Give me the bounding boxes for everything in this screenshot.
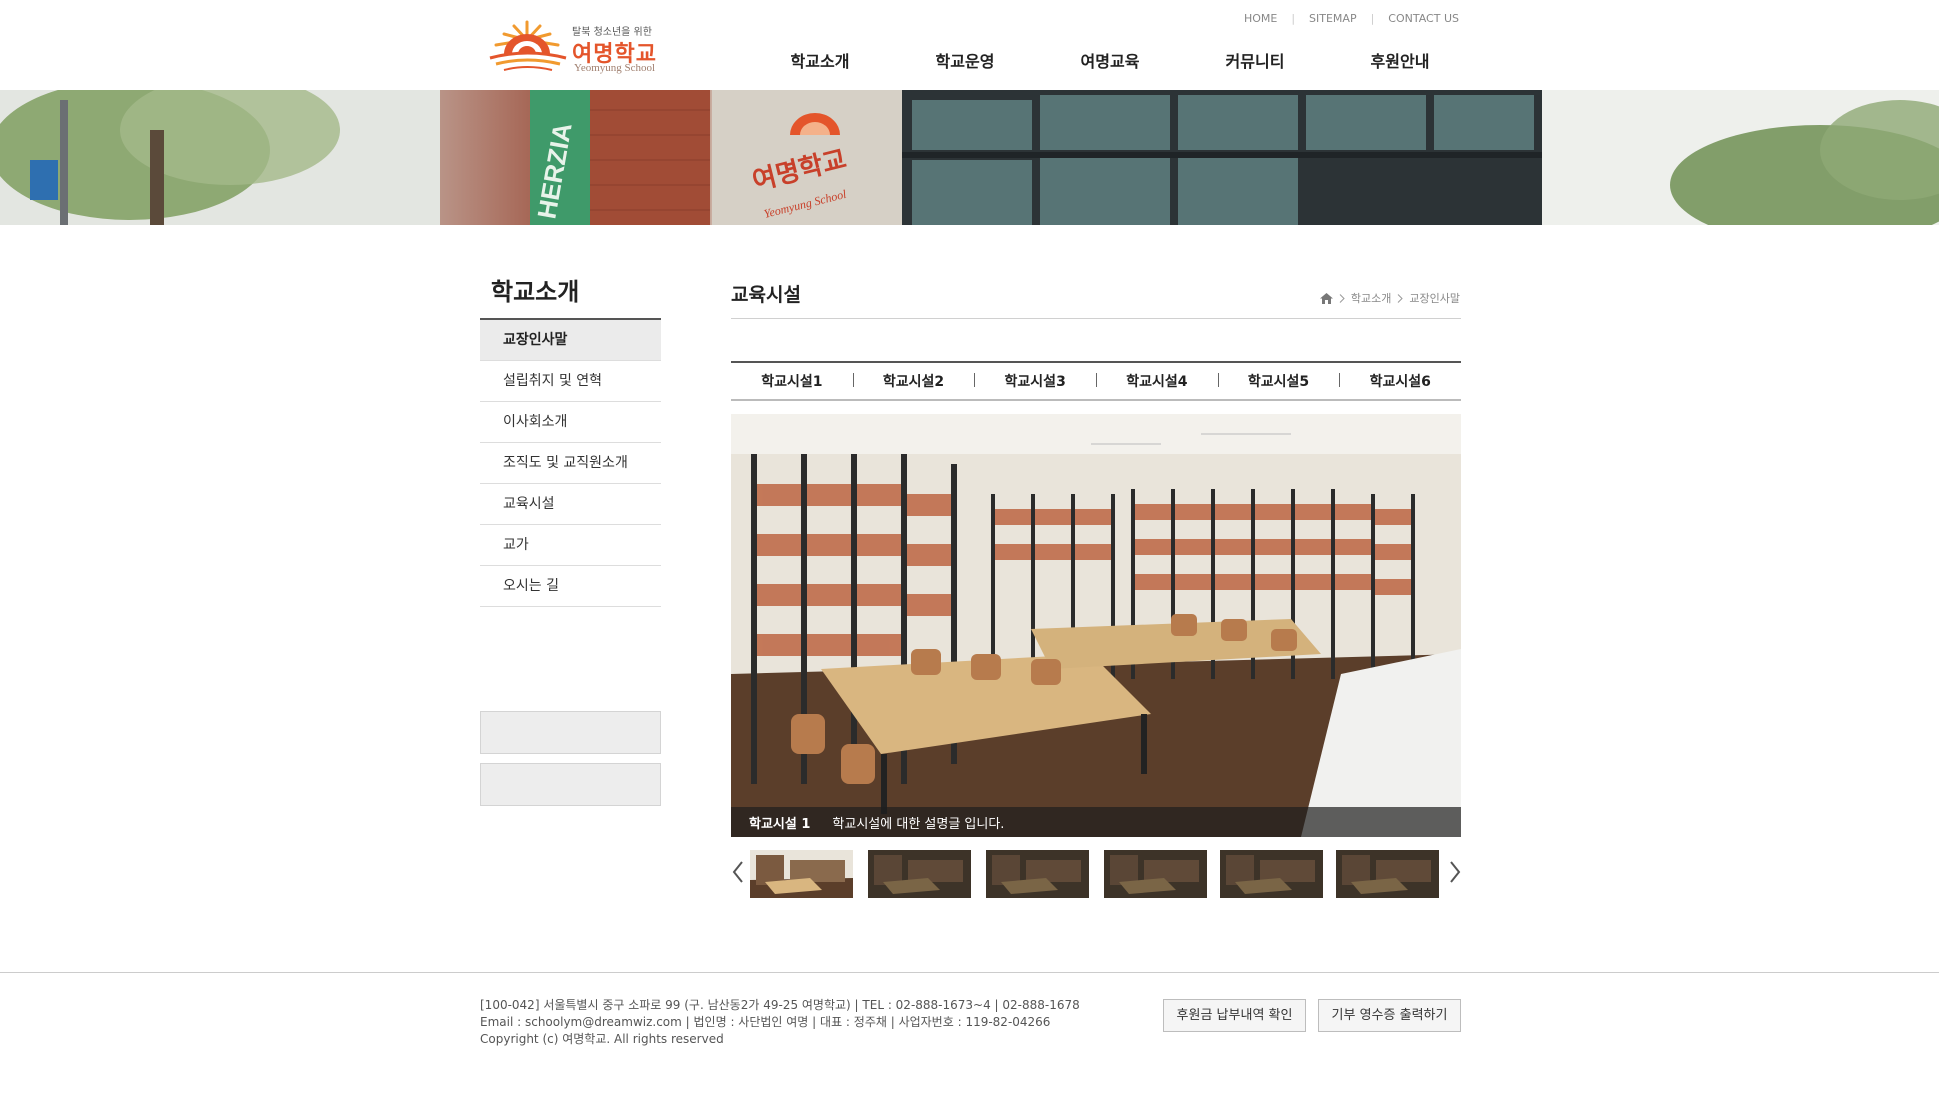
sidebar-banner-1[interactable] <box>480 711 661 754</box>
utility-links: HOME | SITEMAP | CONTACT US <box>1230 12 1459 25</box>
thumbnail-3[interactable] <box>986 850 1089 898</box>
sidebar-item-organization[interactable]: 조직도 및 교직원소개 <box>480 443 661 484</box>
nav-donation[interactable]: 후원안내 <box>1340 48 1460 72</box>
nav-school-operation[interactable]: 학교운영 <box>905 48 1025 72</box>
tab-facility-1[interactable]: 학교시설1 <box>731 371 853 391</box>
tab-facility-5[interactable]: 학교시설5 <box>1217 371 1340 391</box>
nav-community[interactable]: 커뮤니티 <box>1195 48 1315 72</box>
chevron-right-icon <box>1398 293 1404 303</box>
footer-contact: Email : schoolym@dreamwiz.com | 법인명 : 사단… <box>480 1015 1051 1029</box>
title-divider <box>731 318 1461 319</box>
donation-history-button[interactable]: 후원금 납부내역 확인 <box>1163 999 1306 1032</box>
home-link[interactable]: HOME <box>1230 12 1291 25</box>
site-logo[interactable]: 탈북 청소년을 위한 여명학교 Yeomyung School <box>484 18 684 78</box>
sidebar-item-history[interactable]: 설립취지 및 연혁 <box>480 361 661 402</box>
home-icon[interactable] <box>1319 292 1333 304</box>
header-banner-image: HERZIA 여명학교 Yeomyung School <box>0 90 1939 225</box>
sidebar-item-principal-greeting[interactable]: 교장인사말 <box>480 320 661 361</box>
donation-receipt-button[interactable]: 기부 영수증 출력하기 <box>1318 999 1461 1032</box>
facility-tabs: 학교시설1 학교시설2 학교시설3 학교시설4 학교시설5 학교시설6 <box>731 361 1461 401</box>
photo-caption: 학교시설 1 학교시설에 대한 설명글 입니다. <box>731 807 1461 837</box>
tab-facility-3[interactable]: 학교시설3 <box>974 371 1096 391</box>
thumbnail-4[interactable] <box>1104 850 1207 898</box>
tab-facility-4[interactable]: 학교시설4 <box>1096 371 1218 391</box>
facility-main-photo: 학교시설 1 학교시설에 대한 설명글 입니다. <box>731 414 1461 837</box>
contact-us-link[interactable]: CONTACT US <box>1374 12 1459 25</box>
sidebar-item-school-song[interactable]: 교가 <box>480 525 661 566</box>
sidebar-menu: 교장인사말 설립취지 및 연혁 이사회소개 조직도 및 교직원소개 교육시설 교… <box>480 318 661 607</box>
main-navigation: 학교소개 학교운영 여명교육 커뮤니티 후원안내 <box>760 48 1460 72</box>
sun-logo-icon <box>489 20 567 71</box>
sitemap-link[interactable]: SITEMAP <box>1295 12 1371 25</box>
breadcrumb-current[interactable]: 교장인사말 <box>1409 290 1460 306</box>
page-title: 교육시설 <box>731 284 801 306</box>
footer-address: [100-042] 서울특별시 중구 소파로 99 (구. 남산동2가 49-2… <box>480 998 1080 1012</box>
chevron-right-icon <box>1339 293 1345 303</box>
thumbnail-2[interactable] <box>868 850 971 898</box>
tab-facility-2[interactable]: 학교시설2 <box>852 371 975 391</box>
nav-school-intro[interactable]: 학교소개 <box>760 48 880 72</box>
breadcrumb: 학교소개 교장인사말 <box>1319 290 1460 306</box>
caption-title: 학교시설 1 <box>749 816 811 832</box>
thumbnail-1[interactable] <box>750 850 853 898</box>
sidebar-item-board[interactable]: 이사회소개 <box>480 402 661 443</box>
footer-info: [100-042] 서울특별시 중구 소파로 99 (구. 남산동2가 49-2… <box>480 997 1080 1048</box>
caption-text: 학교시설에 대한 설명글 입니다. <box>832 816 1005 832</box>
footer-divider <box>0 972 1939 973</box>
tab-facility-6[interactable]: 학교시설6 <box>1339 371 1461 391</box>
thumbnail-6[interactable] <box>1336 850 1439 898</box>
sidebar-title: 학교소개 <box>491 278 580 306</box>
nav-education[interactable]: 여명교육 <box>1050 48 1170 72</box>
breadcrumb-item[interactable]: 학교소개 <box>1351 290 1391 306</box>
logo-name-en: Yeomyung School <box>574 62 656 74</box>
thumbnail-5[interactable] <box>1220 850 1323 898</box>
sidebar-item-directions[interactable]: 오시는 길 <box>480 566 661 607</box>
footer-copyright: Copyright (c) 여명학교. All rights reserved <box>480 1032 724 1046</box>
arrow-left-icon[interactable] <box>731 860 745 884</box>
sidebar-item-facilities[interactable]: 교육시설 <box>480 484 661 525</box>
arrow-right-icon[interactable] <box>1448 860 1462 884</box>
sidebar-banner-2[interactable] <box>480 763 661 806</box>
